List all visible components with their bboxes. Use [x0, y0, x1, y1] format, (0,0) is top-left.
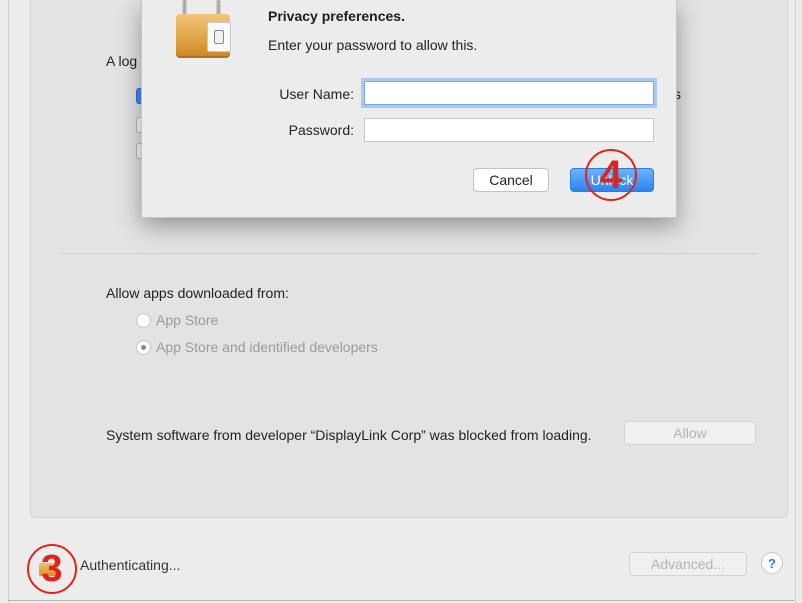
- cancel-button[interactable]: Cancel: [473, 168, 549, 192]
- radio-label: App Store: [156, 312, 219, 328]
- allow-apps-label: Allow apps downloaded from:: [106, 285, 289, 301]
- radio-app-store-identified[interactable]: App Store and identified developers: [136, 337, 378, 357]
- step-3-callout: 3: [27, 544, 77, 594]
- help-button[interactable]: ?: [761, 552, 783, 574]
- window-bottom-edge: [8, 600, 794, 601]
- authenticating-status: Authenticating...: [80, 557, 181, 573]
- radio-button-selected[interactable]: [136, 339, 151, 355]
- lock-icon: [174, 0, 232, 62]
- blocked-software-message: System software from developer “DisplayL…: [106, 427, 592, 443]
- password-label: Password:: [288, 122, 354, 138]
- allow-button[interactable]: Allow: [624, 421, 756, 445]
- step-4-callout: 4: [585, 149, 637, 201]
- radio-app-store[interactable]: App Store: [136, 310, 218, 330]
- dialog-title: Privacy preferences.: [268, 8, 405, 24]
- username-label: User Name:: [279, 86, 354, 102]
- login-setting-label: A log: [106, 53, 138, 69]
- advanced-button[interactable]: Advanced...: [629, 552, 747, 576]
- dialog-subtitle: Enter your password to allow this.: [268, 37, 478, 53]
- radio-button[interactable]: [136, 312, 151, 328]
- username-field[interactable]: [364, 81, 654, 105]
- password-field[interactable]: [364, 118, 654, 142]
- section-divider: [60, 253, 758, 254]
- radio-label: App Store and identified developers: [156, 339, 378, 355]
